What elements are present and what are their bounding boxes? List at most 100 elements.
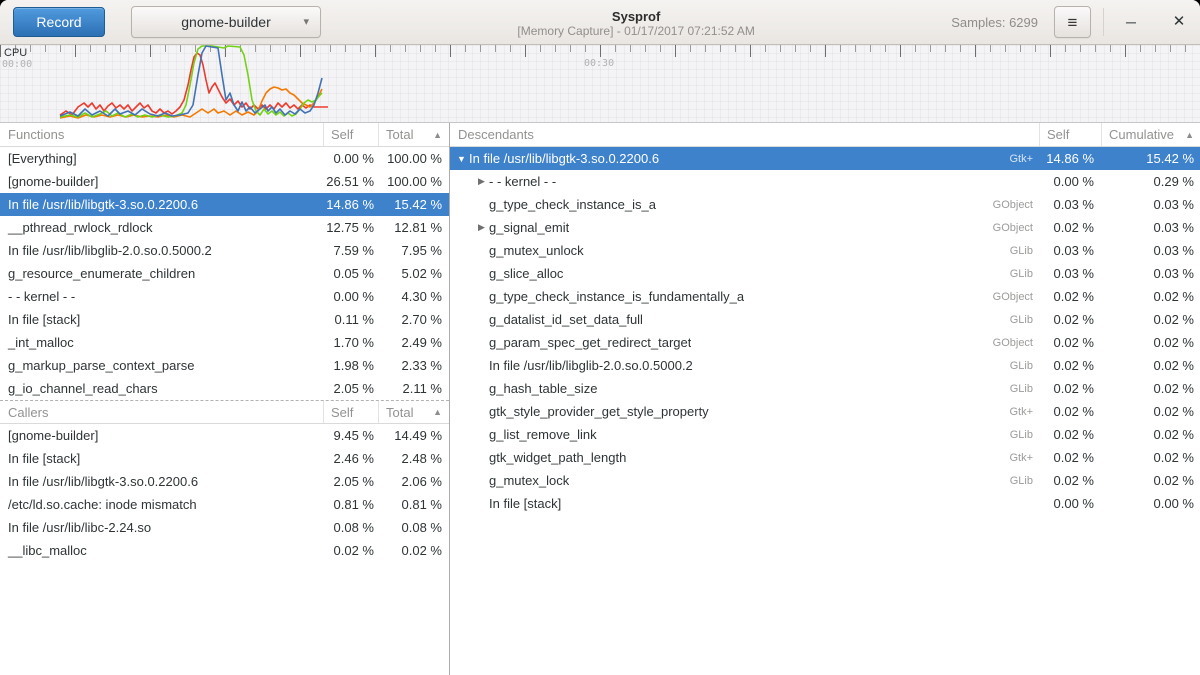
descendant-row[interactable]: ▼In file /usr/lib/libgtk-3.so.0.2200.6Gt…	[450, 147, 1200, 170]
descendant-row[interactable]: ▶g_signal_emitGObject0.02 %0.03 %	[450, 216, 1200, 239]
descendant-cumulative-value: 0.02 %	[1102, 335, 1200, 350]
minimize-button[interactable]: ─	[1114, 5, 1148, 39]
descendant-row[interactable]: ▶- - kernel - -0.00 %0.29 %	[450, 170, 1200, 193]
callers-table: [gnome-builder]9.45 %14.49 %In file [sta…	[0, 424, 449, 562]
descendant-name-cell: gtk_widget_path_lengthGtk+	[450, 450, 1040, 465]
function-self-value: 1.98 %	[324, 358, 379, 373]
descendant-name-cell: In file [stack]	[450, 496, 1040, 511]
expander-closed-icon[interactable]: ▶	[474, 222, 489, 233]
callers-self-column-header[interactable]: Self	[324, 401, 379, 423]
function-row[interactable]: _int_malloc1.70 %2.49 %	[0, 331, 449, 354]
functions-self-column-header[interactable]: Self	[324, 123, 379, 146]
function-name: [Everything]	[0, 151, 324, 166]
descendant-name-cell: g_type_check_instance_is_aGObject	[450, 197, 1040, 212]
descendant-row[interactable]: g_type_check_instance_is_fundamentally_a…	[450, 285, 1200, 308]
descendant-row[interactable]: g_mutex_lockGLib0.02 %0.02 %	[450, 469, 1200, 492]
descendant-self-value: 0.00 %	[1040, 496, 1102, 511]
descendant-cumulative-value: 0.03 %	[1102, 197, 1200, 212]
function-row[interactable]: g_resource_enumerate_children0.05 %5.02 …	[0, 262, 449, 285]
descendant-cumulative-value: 0.02 %	[1102, 404, 1200, 419]
descendants-column-header[interactable]: Descendants	[450, 123, 1040, 146]
function-row[interactable]: In file [stack]0.11 %2.70 %	[0, 308, 449, 331]
timeline-ruler	[1, 45, 1200, 57]
headerbar-left: Record gnome-builder ▾	[4, 6, 321, 38]
function-self-value: 2.05 %	[324, 381, 379, 396]
functions-column-header[interactable]: Functions	[0, 123, 324, 146]
descendant-row[interactable]: gtk_widget_path_lengthGtk+0.02 %0.02 %	[450, 446, 1200, 469]
function-row[interactable]: - - kernel - -0.00 %4.30 %	[0, 285, 449, 308]
caller-total-value: 2.48 %	[379, 451, 449, 466]
function-self-value: 1.70 %	[324, 335, 379, 350]
process-selector-dropdown[interactable]: gnome-builder ▾	[131, 6, 321, 38]
function-name: In file /usr/lib/libgtk-3.so.0.2200.6	[0, 197, 324, 212]
function-total-value: 2.70 %	[379, 312, 449, 327]
cpu-usage-lines	[60, 46, 328, 118]
functions-total-column-header[interactable]: Total ▲	[379, 123, 449, 146]
chevron-down-icon: ▾	[303, 15, 309, 28]
caller-name: [gnome-builder]	[0, 428, 324, 443]
caller-row[interactable]: /etc/ld.so.cache: inode mismatch0.81 %0.…	[0, 493, 449, 516]
descendant-row[interactable]: g_datalist_id_set_data_fullGLib0.02 %0.0…	[450, 308, 1200, 331]
function-row[interactable]: [gnome-builder]26.51 %100.00 %	[0, 170, 449, 193]
function-total-value: 2.49 %	[379, 335, 449, 350]
library-tag: GLib	[1010, 475, 1040, 487]
descendant-name-cell: g_slice_allocGLib	[450, 266, 1040, 281]
descendant-row[interactable]: g_param_spec_get_redirect_targetGObject0…	[450, 331, 1200, 354]
descendant-row[interactable]: In file [stack]0.00 %0.00 %	[450, 492, 1200, 515]
descendant-name-cell: gtk_style_provider_get_style_propertyGtk…	[450, 404, 1040, 419]
record-button[interactable]: Record	[13, 7, 105, 37]
library-tag: GObject	[993, 222, 1040, 234]
callers-total-column-header[interactable]: Total ▲	[379, 401, 449, 423]
descendant-name-cell: g_hash_table_sizeGLib	[450, 381, 1040, 396]
descendant-name-cell: g_mutex_lockGLib	[450, 473, 1040, 488]
close-button[interactable]: ✕	[1162, 5, 1196, 39]
caller-row[interactable]: [gnome-builder]9.45 %14.49 %	[0, 424, 449, 447]
descendant-row[interactable]: g_slice_allocGLib0.03 %0.03 %	[450, 262, 1200, 285]
caller-row[interactable]: In file /usr/lib/libgtk-3.so.0.2200.62.0…	[0, 470, 449, 493]
caller-row[interactable]: In file /usr/lib/libc-2.24.so0.08 %0.08 …	[0, 516, 449, 539]
function-total-value: 2.33 %	[379, 358, 449, 373]
descendant-name: - - kernel - -	[489, 174, 556, 189]
callers-column-header[interactable]: Callers	[0, 401, 324, 423]
function-total-value: 15.42 %	[379, 197, 449, 212]
function-row[interactable]: g_markup_parse_context_parse1.98 %2.33 %	[0, 354, 449, 377]
caller-name: __libc_malloc	[0, 543, 324, 558]
descendant-name: g_mutex_unlock	[489, 243, 584, 258]
cpu-timeline-graph[interactable]: CPU 00:00 00:30	[0, 45, 1200, 123]
caller-row[interactable]: __libc_malloc0.02 %0.02 %	[0, 539, 449, 562]
descendant-cumulative-value: 0.02 %	[1102, 381, 1200, 396]
descendant-self-value: 0.02 %	[1040, 335, 1102, 350]
descendant-row[interactable]: g_list_remove_linkGLib0.02 %0.02 %	[450, 423, 1200, 446]
function-row[interactable]: g_io_channel_read_chars2.05 %2.11 %	[0, 377, 449, 400]
descendant-cumulative-value: 0.02 %	[1102, 289, 1200, 304]
function-row[interactable]: [Everything]0.00 %100.00 %	[0, 147, 449, 170]
expander-closed-icon[interactable]: ▶	[474, 176, 489, 187]
descendant-name-cell: g_param_spec_get_redirect_targetGObject	[450, 335, 1040, 350]
library-tag: GLib	[1010, 383, 1040, 395]
caller-row[interactable]: In file [stack]2.46 %2.48 %	[0, 447, 449, 470]
descendant-row[interactable]: g_type_check_instance_is_aGObject0.03 %0…	[450, 193, 1200, 216]
descendants-self-column-header[interactable]: Self	[1040, 123, 1102, 146]
headerbar-right: Samples: 6299 ≡ ─ ✕	[951, 5, 1196, 39]
function-row[interactable]: __pthread_rwlock_rdlock12.75 %12.81 %	[0, 216, 449, 239]
function-row[interactable]: In file /usr/lib/libglib-2.0.so.0.5000.2…	[0, 239, 449, 262]
expander-open-icon[interactable]: ▼	[454, 154, 469, 164]
descendant-row[interactable]: In file /usr/lib/libglib-2.0.so.0.5000.2…	[450, 354, 1200, 377]
descendants-cumulative-column-header[interactable]: Cumulative ▲	[1102, 123, 1200, 146]
hamburger-menu-button[interactable]: ≡	[1054, 6, 1091, 38]
library-tag: GObject	[993, 199, 1040, 211]
descendant-row[interactable]: g_hash_table_sizeGLib0.02 %0.02 %	[450, 377, 1200, 400]
descendants-cumulative-label: Cumulative	[1109, 127, 1174, 142]
window-subtitle: [Memory Capture] - 01/17/2017 07:21:52 A…	[321, 24, 951, 38]
function-total-value: 7.95 %	[379, 243, 449, 258]
descendant-cumulative-value: 0.02 %	[1102, 473, 1200, 488]
function-row[interactable]: In file /usr/lib/libgtk-3.so.0.2200.614.…	[0, 193, 449, 216]
caller-self-value: 9.45 %	[324, 428, 379, 443]
descendant-row[interactable]: g_mutex_unlockGLib0.03 %0.03 %	[450, 239, 1200, 262]
library-tag: GLib	[1010, 268, 1040, 280]
descendant-row[interactable]: gtk_style_provider_get_style_propertyGtk…	[450, 400, 1200, 423]
descendant-self-value: 0.00 %	[1040, 174, 1102, 189]
caller-self-value: 2.05 %	[324, 474, 379, 489]
library-tag: Gtk+	[1009, 452, 1040, 464]
sort-ascending-icon: ▲	[1185, 130, 1194, 140]
